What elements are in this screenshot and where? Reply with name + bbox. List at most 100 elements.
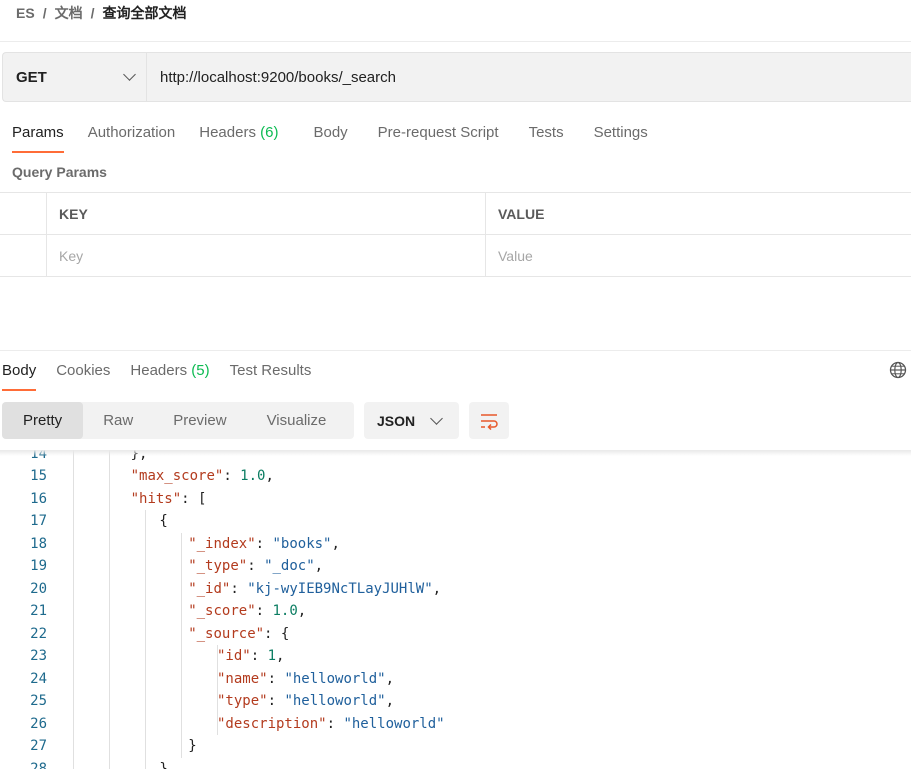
json-number: 1 xyxy=(267,648,277,664)
indent-guide xyxy=(145,510,146,533)
tab-test-results[interactable]: Test Results xyxy=(220,358,322,390)
json-string: "books" xyxy=(272,535,332,552)
indent-guide xyxy=(181,622,182,645)
json-string: "helloworld" xyxy=(284,693,386,709)
response-divider[interactable] xyxy=(0,350,911,351)
indent-guide xyxy=(145,532,146,555)
json-punctuation: , xyxy=(385,670,395,687)
json-punctuation: : xyxy=(267,670,285,687)
breadcrumb-separator: / xyxy=(90,5,95,21)
request-name[interactable]: 查询全部文档 xyxy=(102,3,186,23)
tab-authorization[interactable]: Authorization xyxy=(76,120,188,152)
code-line: 18 "_index": "books", xyxy=(0,532,911,556)
json-number: 1.0 xyxy=(240,468,266,484)
indent-guide xyxy=(181,735,182,758)
indent-guide xyxy=(73,600,74,623)
json-number: 1.0 xyxy=(272,603,298,619)
editor-top-shadow xyxy=(0,450,911,456)
view-visualize-button[interactable]: Visualize xyxy=(247,402,347,439)
row-checkbox-cell xyxy=(0,235,47,276)
format-select[interactable]: JSON xyxy=(364,402,459,439)
code-text: } xyxy=(188,735,196,758)
code-line: 28} xyxy=(0,757,911,769)
indent-guide xyxy=(181,555,182,578)
tab-cookies[interactable]: Cookies xyxy=(46,358,120,390)
request-tabs: Params Authorization Headers (6) Body Pr… xyxy=(0,120,660,153)
line-number: 16 xyxy=(30,490,47,507)
indent-guide xyxy=(73,577,74,600)
json-key: "_source" xyxy=(188,625,265,642)
chevron-down-icon xyxy=(123,68,136,81)
view-pretty-button[interactable]: Pretty xyxy=(2,402,84,439)
view-preview-button[interactable]: Preview xyxy=(153,402,246,439)
line-number: 17 xyxy=(30,513,47,529)
breadcrumb-item-es[interactable]: ES xyxy=(16,5,35,21)
indent-guide xyxy=(73,690,74,713)
json-key: "_type" xyxy=(188,558,248,574)
json-punctuation: : xyxy=(255,535,273,552)
indent-guide xyxy=(73,487,74,510)
wrap-lines-icon xyxy=(481,413,498,430)
indent-guide xyxy=(73,510,74,533)
json-punctuation: , xyxy=(276,648,285,664)
key-input[interactable]: Key xyxy=(47,235,486,276)
json-key: "_score" xyxy=(188,603,256,619)
value-input[interactable]: Value xyxy=(486,235,911,276)
json-string: "kj-wyIEB9NcTLayJUHlW" xyxy=(247,580,433,597)
globe-icon[interactable] xyxy=(889,361,907,379)
query-params-table: KEY VALUE Key Value xyxy=(0,192,911,277)
indent-guide xyxy=(73,667,74,690)
json-punctuation: , xyxy=(331,535,340,552)
json-key: "max_score" xyxy=(130,468,224,484)
json-punctuation: : [ xyxy=(181,490,207,507)
view-raw-button[interactable]: Raw xyxy=(83,402,153,439)
json-string: "helloworld" xyxy=(284,670,386,687)
url-bar: GET xyxy=(2,52,911,102)
indent-guide xyxy=(73,532,74,555)
indent-guide xyxy=(181,600,182,623)
tab-settings[interactable]: Settings xyxy=(576,120,660,152)
code-line: 16 "hits": [ xyxy=(0,487,911,511)
tab-response-body[interactable]: Body xyxy=(0,358,46,391)
indent-guide xyxy=(109,757,110,769)
indent-guide xyxy=(145,577,146,600)
code-text: "_id": "kj-wyIEB9NcTLayJUHlW", xyxy=(188,578,441,601)
tab-tests[interactable]: Tests xyxy=(511,120,576,152)
tab-params[interactable]: Params xyxy=(0,120,76,153)
wrap-lines-button[interactable] xyxy=(469,402,509,439)
indent-guide xyxy=(145,690,146,713)
code-text: "name": "helloworld", xyxy=(217,668,394,691)
tab-response-headers[interactable]: Headers (5) xyxy=(120,358,219,390)
tab-headers[interactable]: Headers (6) xyxy=(187,120,290,152)
response-tabs: Body Cookies Headers (5) Test Results xyxy=(0,358,322,391)
code-text: "hits": [ xyxy=(131,488,207,511)
line-number: 27 xyxy=(30,738,47,754)
breadcrumb-item-docs[interactable]: 文档 xyxy=(55,3,83,23)
indent-guide xyxy=(73,622,74,645)
indent-guide xyxy=(109,645,110,668)
indent-guide xyxy=(109,667,110,690)
url-input[interactable] xyxy=(147,53,911,101)
json-punctuation: : xyxy=(267,693,285,709)
tab-pre-request-script[interactable]: Pre-request Script xyxy=(360,120,511,152)
code-line: 27} xyxy=(0,735,911,758)
json-punctuation: } xyxy=(159,760,168,769)
code-text: "description": "helloworld" xyxy=(217,713,445,736)
code-text: "_source": { xyxy=(188,623,289,646)
indent-guide xyxy=(145,645,146,668)
indent-guide xyxy=(73,712,74,735)
indent-guide xyxy=(109,622,110,645)
indent-guide xyxy=(145,735,146,758)
method-select[interactable]: GET xyxy=(3,53,147,101)
code-text: "_index": "books", xyxy=(188,533,340,556)
code-line: 15 "max_score": 1.0, xyxy=(0,465,911,488)
json-key: "_index" xyxy=(188,535,256,552)
json-punctuation: : { xyxy=(264,625,290,642)
tab-body[interactable]: Body xyxy=(290,120,359,152)
indent-guide xyxy=(73,645,74,668)
view-mode-segmented: Pretty Raw Preview Visualize xyxy=(2,402,354,439)
response-body-editor[interactable]: 14},15"max_score": 1.0,16"hits": [17{18"… xyxy=(0,450,911,769)
indent-guide xyxy=(109,690,110,713)
json-punctuation: : xyxy=(247,558,265,574)
json-punctuation: } xyxy=(188,738,197,754)
